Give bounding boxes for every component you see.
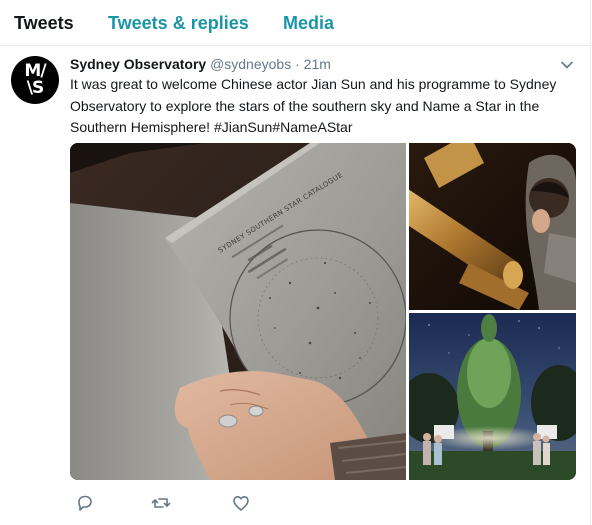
timeline-border: [590, 0, 591, 525]
separator-dot: ·: [295, 56, 300, 72]
tab-tweets-and-replies[interactable]: Tweets & replies: [108, 11, 249, 35]
tweet-text-line: It was great to welcome Chinese actor Ji…: [70, 76, 557, 92]
night-tree-photo[interactable]: [409, 313, 576, 480]
tweet-actions: [70, 492, 290, 514]
star-catalogue-photo[interactable]: SYDNEY SOUTHERN STAR CATALOGUE: [70, 143, 406, 480]
tweet-text-line: Observatory to explore the stars of the …: [70, 97, 540, 114]
author-name[interactable]: Sydney Observatory: [70, 56, 206, 72]
retweet-icon[interactable]: [150, 492, 172, 514]
media-grid: SYDNEY SOUTHERN STAR CATALOGUE: [70, 143, 576, 480]
tweet-header: Sydney Observatory @sydneyobs · 21m: [70, 54, 331, 74]
avatar[interactable]: M/ \S: [11, 56, 59, 104]
like-icon[interactable]: [230, 492, 252, 514]
tweet-timestamp[interactable]: 21m: [304, 56, 331, 72]
telescope-photo[interactable]: [409, 143, 576, 310]
tab-tweets[interactable]: Tweets: [14, 11, 74, 35]
tweet-text-line: Southern Hemisphere! #JianSun#NameAStar: [70, 119, 353, 135]
tweet-text: It was great to welcome Chinese actor Ji…: [70, 74, 580, 139]
profile-tabs: Tweets Tweets & replies Media: [0, 0, 592, 46]
author-handle[interactable]: @sydneyobs: [210, 56, 291, 72]
avatar-logo-bottom: \S: [26, 78, 44, 98]
reply-icon[interactable]: [74, 492, 96, 514]
tab-media[interactable]: Media: [283, 11, 334, 35]
chevron-down-icon[interactable]: [560, 58, 574, 72]
